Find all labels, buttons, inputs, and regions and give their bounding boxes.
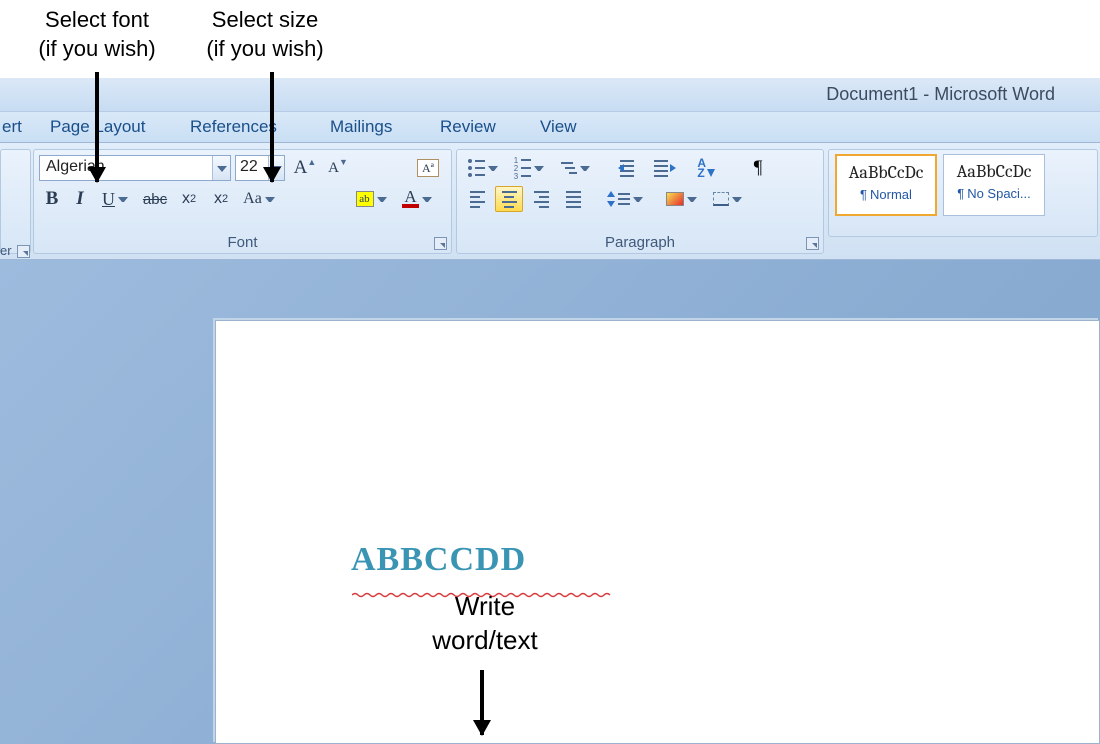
chevron-down-icon [265,197,275,202]
chevron-down-icon [534,166,544,171]
shading-button[interactable] [661,186,701,212]
clear-formatting-button[interactable]: Aª [411,155,445,181]
annotation-select-font: Select font (if you wish) [22,6,172,63]
font-size-value: 22 [240,158,258,175]
arrow-to-text [480,670,484,735]
document-workspace: ABBCCDD Write word/text [0,260,1100,744]
clipboard-dialog-launcher[interactable] [17,245,30,258]
subscript-button[interactable]: x2 [174,186,204,212]
numbering-button[interactable]: 1 2 3 [509,155,549,181]
font-dialog-launcher[interactable] [434,237,447,250]
chevron-down-icon [732,197,742,202]
style-no-spacing[interactable]: AaBbCcDc ¶No Spaci... [943,154,1045,216]
window-title: Document1 - Microsoft Word [826,84,1055,105]
group-font-label: Font [34,234,451,251]
change-case-button[interactable]: Aa [238,186,280,212]
align-left-button[interactable] [463,186,491,212]
font-name-combo[interactable]: Algerian [39,155,231,181]
clipboard-label-partial: er [0,243,12,258]
ribbon-tab-row: ert Page Layout References Mailings Revi… [0,111,1100,143]
chevron-down-icon [488,166,498,171]
line-spacing-button[interactable] [605,186,645,212]
bullets-button[interactable] [463,155,503,181]
justify-button[interactable] [559,186,587,212]
grow-font-button[interactable]: A▲ [290,155,320,181]
underline-button[interactable]: U [96,186,134,212]
align-right-button[interactable] [527,186,555,212]
font-name-dropdown-icon[interactable] [212,156,230,180]
borders-button[interactable] [707,186,747,212]
group-clipboard-partial [0,149,31,254]
chevron-down-icon [633,197,643,202]
group-paragraph: 1 2 3 AZ ¶ Paragraph [456,149,824,254]
increase-indent-button[interactable] [649,155,679,181]
font-color-button[interactable]: A [396,186,438,212]
paragraph-dialog-launcher[interactable] [806,237,819,250]
document-page[interactable]: ABBCCDD [215,320,1100,744]
document-text[interactable]: ABBCCDD [351,541,526,579]
ribbon: Algerian 22 A▲ A▼ Aª B I U abc x2 x2 Aa … [0,143,1100,260]
tab-view[interactable]: View [540,117,577,137]
highlight-button[interactable]: ab [350,186,392,212]
title-bar: Document1 - Microsoft Word [0,78,1100,111]
superscript-button[interactable]: x2 [206,186,236,212]
tab-mailings[interactable]: Mailings [330,117,392,137]
annotation-write-text: Write word/text [380,590,590,658]
show-hide-button[interactable]: ¶ [743,155,773,181]
annotation-select-size: Select size (if you wish) [190,6,340,63]
shrink-font-button[interactable]: A▼ [323,155,353,181]
arrow-to-font [95,72,99,182]
sort-button[interactable]: AZ [691,155,721,181]
arrow-to-size [270,72,274,182]
chevron-down-icon [580,166,590,171]
align-center-button[interactable] [495,186,523,212]
chevron-down-icon [377,197,387,202]
tab-review[interactable]: Review [440,117,496,137]
strikethrough-button[interactable]: abc [138,186,172,212]
style-normal[interactable]: AaBbCcDc ¶Normal [835,154,937,216]
decrease-indent-button[interactable] [615,155,645,181]
chevron-down-icon [118,197,128,202]
chevron-down-icon [422,197,432,202]
chevron-down-icon [687,197,697,202]
group-paragraph-label: Paragraph [457,234,823,251]
tab-references[interactable]: References [190,117,277,137]
multilevel-list-button[interactable] [555,155,595,181]
italic-button[interactable]: I [67,186,93,212]
tab-insert-partial[interactable]: ert [2,117,22,137]
bold-button[interactable]: B [39,186,65,212]
group-styles: AaBbCcDc ¶Normal AaBbCcDc ¶No Spaci... [828,149,1098,237]
